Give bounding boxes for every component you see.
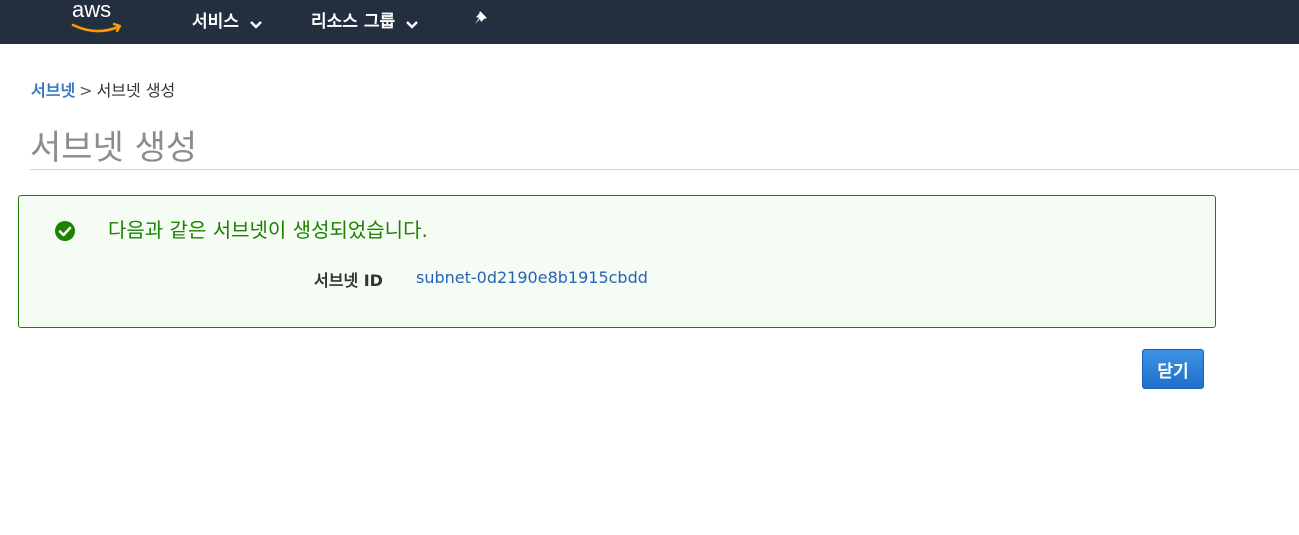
chevron-down-icon (249, 14, 263, 29)
pushpin-icon[interactable] (472, 9, 492, 29)
nav-resource-groups-menu[interactable]: 리소스 그룹 (311, 7, 419, 32)
subnet-id-link[interactable]: subnet-0d2190e8b1915cbdd (416, 268, 648, 287)
nav-services-menu[interactable]: 서비스 (192, 7, 263, 32)
check-circle-icon (54, 220, 76, 242)
page-title: 서브넷 생성 (30, 128, 198, 168)
close-button[interactable]: 닫기 (1142, 349, 1204, 389)
aws-smile-icon (71, 22, 122, 33)
success-alert: 다음과 같은 서브넷이 생성되었습니다. 서브넷 ID subnet-0d219… (18, 195, 1216, 328)
breadcrumb: 서브넷 > 서브넷 생성 (31, 77, 175, 101)
subnet-id-label: 서브넷 ID (314, 271, 383, 290)
alert-message: 다음과 같은 서브넷이 생성되었습니다. (108, 218, 428, 242)
breadcrumb-current: 서브넷 생성 (96, 81, 176, 100)
breadcrumb-link-subnets[interactable]: 서브넷 (31, 81, 75, 100)
nav-resource-groups-label: 리소스 그룹 (311, 11, 396, 32)
title-divider (30, 169, 1299, 170)
chevron-down-icon (405, 14, 419, 29)
breadcrumb-separator: > (79, 81, 93, 100)
aws-logo[interactable]: aws (70, 0, 130, 40)
nav-services-label: 서비스 (192, 11, 239, 32)
top-navigation-bar: aws 서비스 리소스 그룹 (0, 0, 1299, 44)
